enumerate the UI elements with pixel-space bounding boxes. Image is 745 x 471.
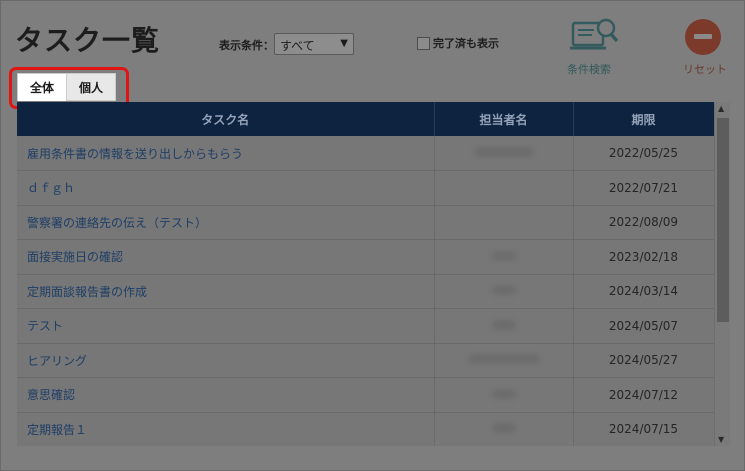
show-done-checkbox[interactable] [417,36,430,50]
column-header-task-name[interactable]: タスク名 [17,102,435,136]
scroll-up-icon[interactable]: ▲ [718,104,724,113]
task-name-link[interactable]: 警察署の連絡先の伝え（テスト） [17,205,435,240]
assignee-cell [434,136,574,171]
task-name-link[interactable]: 定期面談報告書の作成 [17,274,435,309]
due-date-cell: 2024/07/15 [573,412,714,446]
condition-search-button[interactable]: 条件検索 [561,17,621,76]
page-title: タスク一覧 [15,24,161,57]
due-date-cell: 2022/05/25 [573,136,714,171]
due-date-cell: 2024/05/27 [573,343,714,378]
chevron-down-icon: ▼ [340,38,348,49]
task-name-link[interactable]: ｄｆｇｈ [17,170,435,206]
due-date-cell: 2022/07/21 [573,170,714,206]
table-row[interactable]: 意思確認 2024/07/12 [17,377,714,413]
table-scrollbar[interactable]: ▲ ▼ [714,102,730,446]
table-header: タスク名 担当者名 期限 [17,102,714,136]
search-icon [570,18,618,50]
reset-button-label: リセット [683,63,727,76]
table-row[interactable]: 雇用条件書の情報を送り出しからもらう 2022/05/25 [17,136,714,171]
column-header-assignee[interactable]: 担当者名 [434,102,574,136]
scroll-down-icon[interactable]: ▼ [718,435,724,444]
due-date-cell: 2024/03/14 [573,274,714,309]
task-name-link[interactable]: 意思確認 [17,377,435,413]
task-name-link[interactable]: テスト [17,308,435,344]
task-name-link[interactable]: ヒアリング [17,343,435,378]
assignee-cell [434,170,574,206]
window: タスク一覧 表示条件： すべて ▼ 完了済も表示 条件検索 リセット 全体 個人 [0,0,745,471]
due-date-cell: 2024/05/07 [573,308,714,344]
assignee-cell [434,239,574,275]
due-date-cell: 2023/02/18 [573,239,714,275]
assignee-cell [434,205,574,240]
task-name-link[interactable]: 雇用条件書の情報を送り出しからもらう [17,136,435,171]
table-row[interactable]: 警察署の連絡先の伝え（テスト） 2022/08/09 [17,205,714,240]
condition-select[interactable]: すべて ▼ [274,33,354,55]
show-done-toggle[interactable]: 完了済も表示 [417,35,499,51]
due-date-cell: 2024/07/12 [573,377,714,413]
table-row[interactable]: 面接実施日の確認 2023/02/18 [17,239,714,275]
table-row[interactable]: ヒアリング 2024/05/27 [17,343,714,378]
condition-label: 表示条件： [219,39,274,52]
show-done-label: 完了済も表示 [433,37,499,50]
task-name-link[interactable]: 面接実施日の確認 [17,239,435,275]
column-header-due-date[interactable]: 期限 [573,102,714,136]
reset-button[interactable]: リセット [677,17,733,76]
search-button-label: 条件検索 [567,63,611,76]
assignee-cell [434,274,574,309]
assignee-cell [434,412,574,446]
assignee-cell [434,343,574,378]
condition-value: すべて [280,39,315,53]
task-name-link[interactable]: 定期報告１ [17,412,435,446]
due-date-cell: 2022/08/09 [573,205,714,240]
table-row[interactable]: テスト 2024/05/07 [17,308,714,344]
table-row[interactable]: ｄｆｇｈ 2022/07/21 [17,170,714,206]
table-row[interactable]: 定期報告１ 2024/07/15 [17,412,714,446]
table-row[interactable]: 定期面談報告書の作成 2024/03/14 [17,274,714,309]
task-table: タスク名 担当者名 期限 雇用条件書の情報を送り出しからもらう 2022/05/… [17,102,714,446]
scrollbar-thumb[interactable] [717,118,729,322]
minus-circle-icon [685,19,721,55]
assignee-cell [434,308,574,344]
assignee-cell [434,377,574,413]
